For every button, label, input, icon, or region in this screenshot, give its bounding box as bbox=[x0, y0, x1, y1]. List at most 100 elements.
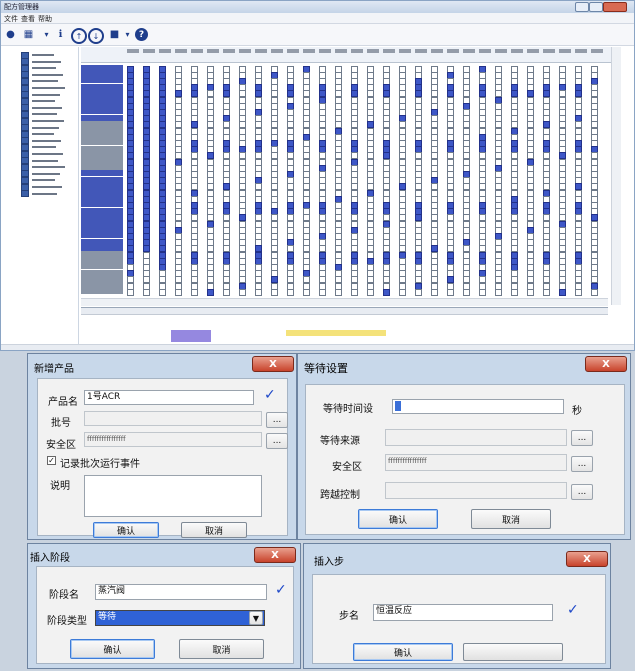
batch-browse-button[interactable]: ... bbox=[266, 412, 288, 428]
step-name-input[interactable]: 恒温反应 bbox=[373, 604, 553, 621]
table-row[interactable] bbox=[81, 65, 123, 71]
stage-name-input[interactable]: 蒸汽阀 bbox=[95, 584, 267, 600]
cancel-button[interactable]: 取消 bbox=[471, 509, 551, 529]
step-checkbox[interactable] bbox=[351, 288, 358, 296]
column-header[interactable] bbox=[287, 49, 299, 53]
wait-source-input[interactable] bbox=[385, 429, 567, 446]
table-row[interactable] bbox=[81, 96, 123, 102]
table-row[interactable] bbox=[81, 145, 123, 152]
cancel-button[interactable] bbox=[463, 643, 563, 661]
calendar-icon[interactable]: ▦ bbox=[21, 27, 36, 42]
users-icon[interactable]: ● bbox=[3, 27, 18, 42]
safety-zone-input[interactable]: ffffffffffffffff bbox=[385, 454, 567, 471]
safety-zone-input[interactable]: ffffffffffffffff bbox=[84, 432, 262, 447]
step-checkbox[interactable] bbox=[559, 288, 566, 296]
tree-node[interactable] bbox=[21, 163, 65, 171]
tree-node[interactable] bbox=[21, 170, 60, 178]
step-checkbox[interactable] bbox=[127, 288, 134, 296]
table-row[interactable] bbox=[81, 189, 123, 195]
info-icon[interactable]: ℹ bbox=[53, 27, 68, 42]
step-checkbox[interactable] bbox=[527, 288, 534, 296]
close-icon[interactable]: X bbox=[585, 356, 627, 372]
column-header[interactable] bbox=[383, 49, 395, 53]
table-row[interactable] bbox=[81, 251, 123, 257]
table-row[interactable] bbox=[81, 127, 123, 133]
table-row[interactable] bbox=[81, 164, 123, 171]
step-checkbox[interactable] bbox=[223, 288, 230, 296]
step-checkbox[interactable] bbox=[303, 288, 310, 296]
table-row[interactable] bbox=[81, 120, 123, 127]
close-icon[interactable]: X bbox=[252, 356, 294, 372]
help-icon[interactable]: ? bbox=[135, 28, 148, 41]
column-header[interactable] bbox=[207, 49, 219, 53]
menu-help[interactable]: 帮助 bbox=[38, 14, 52, 24]
recipe-tree[interactable] bbox=[1, 47, 79, 350]
table-row[interactable] bbox=[81, 71, 123, 78]
column-header[interactable] bbox=[511, 49, 523, 53]
column-header[interactable] bbox=[415, 49, 427, 53]
tree-node[interactable] bbox=[21, 110, 57, 118]
tree-node[interactable] bbox=[21, 51, 54, 59]
vertical-scrollbar[interactable] bbox=[611, 47, 621, 305]
skip-control-input[interactable] bbox=[385, 482, 567, 499]
step-checkbox[interactable] bbox=[159, 288, 166, 296]
table-row[interactable] bbox=[81, 139, 123, 146]
table-row[interactable] bbox=[81, 102, 123, 109]
ok-button[interactable]: 确认 bbox=[93, 522, 159, 538]
table-row[interactable] bbox=[81, 89, 123, 96]
step-checkbox[interactable] bbox=[447, 288, 454, 296]
dropdown-arrow-icon[interactable]: ▾ bbox=[39, 27, 54, 42]
ok-button[interactable]: 确认 bbox=[70, 639, 155, 659]
table-row[interactable] bbox=[81, 133, 123, 140]
step-checkbox[interactable] bbox=[191, 288, 198, 296]
tree-node[interactable] bbox=[21, 150, 63, 158]
recipe-step-grid[interactable] bbox=[81, 47, 611, 297]
column-header[interactable] bbox=[223, 49, 235, 53]
stage-type-select[interactable]: 等待 bbox=[95, 610, 265, 626]
step-checkbox[interactable] bbox=[175, 288, 182, 296]
step-checkbox[interactable] bbox=[463, 288, 470, 296]
table-row[interactable] bbox=[81, 288, 123, 295]
column-header[interactable] bbox=[495, 49, 507, 53]
step-checkbox[interactable] bbox=[367, 288, 374, 296]
column-header[interactable] bbox=[175, 49, 187, 53]
maximize-button[interactable] bbox=[589, 2, 603, 12]
column-header[interactable] bbox=[351, 49, 363, 53]
step-checkbox[interactable] bbox=[207, 288, 214, 296]
table-row[interactable] bbox=[81, 213, 123, 220]
column-header[interactable] bbox=[335, 49, 347, 53]
table-row[interactable] bbox=[81, 269, 123, 276]
table-row[interactable] bbox=[81, 257, 123, 264]
tree-node[interactable] bbox=[21, 84, 65, 92]
table-row[interactable] bbox=[81, 244, 123, 251]
description-textarea[interactable] bbox=[84, 475, 262, 517]
column-header[interactable] bbox=[191, 49, 203, 53]
step-checkbox[interactable] bbox=[479, 288, 486, 296]
step-checkbox[interactable] bbox=[575, 288, 582, 296]
column-header[interactable] bbox=[575, 49, 587, 53]
batch-input[interactable] bbox=[84, 411, 262, 426]
tree-node[interactable] bbox=[21, 137, 61, 145]
tree-node[interactable] bbox=[21, 183, 62, 191]
step-checkbox[interactable] bbox=[255, 288, 262, 296]
table-row[interactable] bbox=[81, 170, 123, 177]
step-checkbox[interactable] bbox=[399, 288, 406, 296]
horizontal-scrollbar[interactable] bbox=[81, 298, 608, 306]
product-name-input[interactable]: 1号ACR bbox=[84, 390, 254, 405]
cancel-button[interactable]: 取消 bbox=[181, 522, 247, 538]
minimize-button[interactable] bbox=[575, 2, 589, 12]
column-header[interactable] bbox=[271, 49, 283, 53]
tree-node[interactable] bbox=[21, 190, 57, 198]
ok-button[interactable]: 确认 bbox=[353, 643, 453, 661]
column-header[interactable] bbox=[527, 49, 539, 53]
column-header[interactable] bbox=[303, 49, 315, 53]
table-row[interactable] bbox=[81, 158, 123, 164]
record-events-checkbox[interactable]: ✓ bbox=[47, 456, 56, 465]
table-row[interactable] bbox=[81, 108, 123, 115]
column-header[interactable] bbox=[591, 49, 603, 53]
step-checkbox[interactable] bbox=[495, 288, 502, 296]
cancel-button[interactable]: 取消 bbox=[179, 639, 264, 659]
column-header[interactable] bbox=[479, 49, 491, 53]
table-row[interactable] bbox=[81, 263, 123, 270]
step-checkbox[interactable] bbox=[239, 288, 246, 296]
